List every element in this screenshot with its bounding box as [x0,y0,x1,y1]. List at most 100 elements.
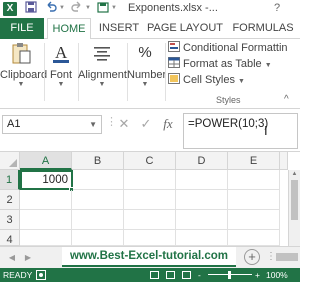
zoom-in-icon[interactable]: + [255,268,260,282]
cell-b3[interactable] [72,210,124,230]
chevron-down-icon: ▼ [238,78,245,85]
cell-a2[interactable] [20,190,72,210]
table-icon [168,57,180,68]
row-header-2[interactable]: 2 [0,190,20,210]
enter-icon[interactable]: ✓ [138,116,154,132]
cell-d1[interactable] [176,170,228,190]
alignment-label: Alignment [78,69,127,81]
page-layout-view-icon[interactable] [166,271,175,279]
cell-e2[interactable] [228,190,280,210]
redo-dropdown-icon[interactable]: ▼ [84,1,92,16]
select-all-icon [9,159,17,167]
cell-a1[interactable]: 1000 [20,170,73,190]
divider [44,43,45,101]
column-header-a[interactable]: A [20,152,72,170]
cell-b1[interactable] [73,170,124,190]
clipboard-button[interactable]: Clipboard ▼ [0,41,48,89]
alignment-button[interactable]: Alignment ▼ [78,41,127,89]
name-box-value: A1 [7,118,21,130]
cell-d3[interactable] [176,210,228,230]
cancel-icon[interactable]: ✕ [116,116,132,132]
column-header-c[interactable]: C [124,152,176,170]
clipboard-label: Clipboard [0,69,48,81]
formula-bar: A1 ▼ ⋮ ✕ ✓ fx =POWER(10;3) I [0,109,300,152]
formula-input[interactable]: =POWER(10;3) [183,113,298,149]
cell-e4[interactable] [228,230,280,246]
undo-icon[interactable] [44,1,58,16]
column-header-f[interactable] [280,152,288,170]
tab-insert[interactable]: INSERT [98,18,140,39]
chevron-down-icon: ▼ [264,62,272,69]
name-box[interactable]: A1 ▼ [2,115,102,134]
sheet-tab[interactable]: www.Best-Excel-tutorial.com [62,247,236,267]
vertical-scrollbar[interactable]: ▲ [288,170,300,246]
format-as-table-label: Format as Table [183,58,262,70]
window-title: Exponents.xlsx -... [128,2,218,14]
customize-toolbar-icon[interactable]: ▼ [110,1,118,16]
help-icon[interactable]: ? [270,1,284,15]
number-button[interactable]: % Number ▼ [127,41,166,89]
save-icon-2[interactable] [96,1,110,16]
cell-c4[interactable] [124,230,176,246]
page-break-view-icon[interactable] [182,271,191,279]
sheet-tab-bar: ◀ ▶ www.Best-Excel-tutorial.com + ⋮ [0,246,300,268]
zoom-slider-thumb[interactable] [228,271,231,279]
column-header-b[interactable]: B [72,152,124,170]
title-bar: X ▼ ▼ ▼ Exponents.xlsx -... ? [0,0,300,18]
zoom-out-icon[interactable]: - [198,268,201,282]
split-handle-icon[interactable]: ⋮ [266,251,276,262]
scroll-up-icon[interactable]: ▲ [289,170,300,179]
font-label: Font [49,69,72,81]
tab-home[interactable]: HOME [47,18,91,40]
cell-e3[interactable] [228,210,280,230]
select-all-button[interactable] [0,152,20,170]
cell-c1[interactable] [124,170,176,190]
add-sheet-icon[interactable]: + [244,249,260,265]
worksheet-grid: A B C D E 1 2 3 4 1000 ▲ [0,152,300,246]
cell-c2[interactable] [124,190,176,210]
row-header-4[interactable]: 4 [0,230,20,246]
cell-a4[interactable] [20,230,72,246]
cell-d2[interactable] [176,190,228,210]
font-icon: A [49,41,73,65]
excel-app-icon[interactable]: X [3,2,17,16]
cell-e1[interactable] [228,170,280,190]
cell-c3[interactable] [124,210,176,230]
save-icon[interactable] [24,1,38,16]
redo-icon[interactable] [70,1,84,16]
previous-sheet-icon[interactable]: ◀ [6,250,18,266]
svg-text:A: A [55,43,68,62]
insert-function-icon[interactable]: fx [160,116,176,132]
undo-dropdown-icon[interactable]: ▼ [58,1,66,16]
conditional-formatting-icon [168,41,180,52]
column-header-d[interactable]: D [176,152,228,170]
cell-a3[interactable] [20,210,72,230]
format-as-table-button[interactable]: Format as Table ▼ [168,56,272,72]
text-cursor-icon: I [264,123,268,138]
vertical-scroll-thumb[interactable] [291,180,298,220]
tab-page-layout[interactable]: PAGE LAYOUT [144,18,226,39]
percent-icon: % [138,44,152,61]
cell-b4[interactable] [72,230,124,246]
horizontal-scroll-thumb[interactable] [276,253,298,261]
macro-record-icon[interactable] [36,270,46,280]
next-sheet-icon[interactable]: ▶ [22,250,34,266]
cell-styles-button[interactable]: Cell Styles ▼ [168,72,245,88]
tab-file[interactable]: FILE [0,18,44,39]
cell-styles-label: Cell Styles [183,74,235,86]
column-header-e[interactable]: E [228,152,280,170]
cell-d4[interactable] [176,230,228,246]
cell-styles-icon [168,73,180,84]
align-icon [90,41,114,65]
normal-view-icon[interactable] [150,271,159,279]
conditional-formatting-button[interactable]: Conditional Formattin [168,40,288,56]
collapse-ribbon-icon[interactable]: ^ [284,94,289,105]
chevron-down-icon: ▼ [98,81,106,88]
tab-formulas[interactable]: FORMULAS [228,18,298,39]
row-header-1[interactable]: 1 [0,170,20,190]
cell-b2[interactable] [72,190,124,210]
row-header-3[interactable]: 3 [0,210,20,230]
font-button[interactable]: A Font ▼ [46,41,76,89]
chevron-down-icon[interactable]: ▼ [89,116,97,133]
zoom-level[interactable]: 100% [266,268,288,282]
